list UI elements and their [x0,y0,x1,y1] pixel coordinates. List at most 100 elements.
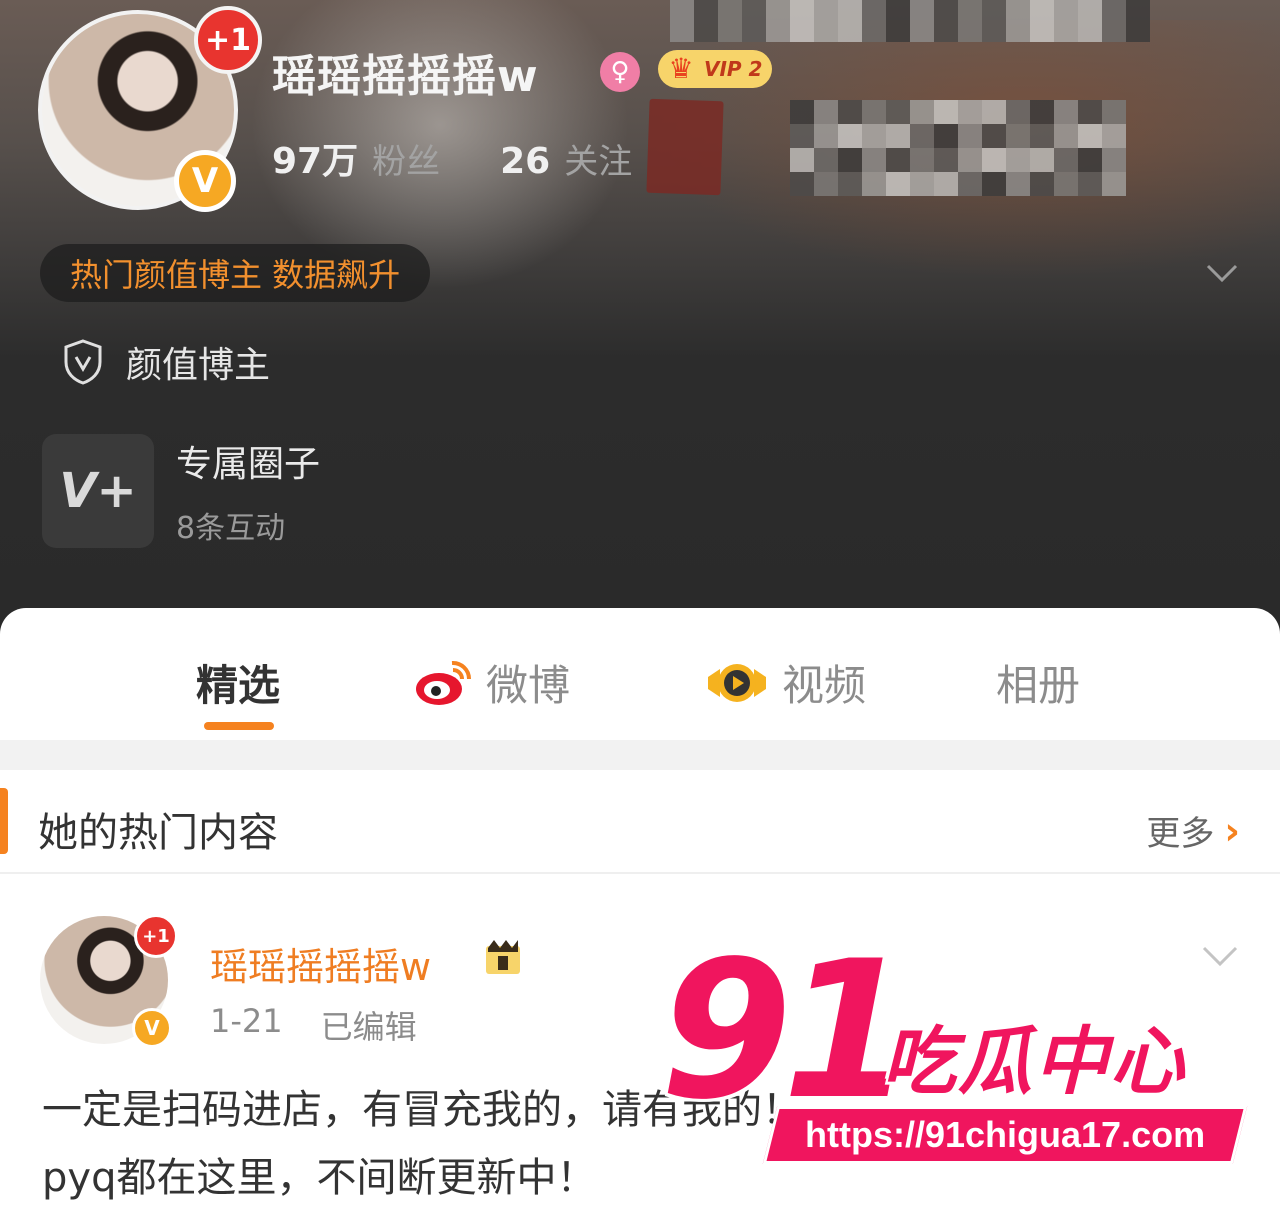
mosaic-cell [934,100,958,124]
mosaic-cell [1102,124,1126,148]
mosaic-cell [886,18,910,42]
mosaic-cell [814,18,838,42]
mosaic-cell [790,0,814,18]
vip-badge[interactable]: ♛ VIP 2 [658,50,773,88]
mosaic-cell [1054,0,1078,18]
plus-one-badge: +1 [134,914,178,958]
mosaic-cell [1030,18,1054,42]
mosaic-cell [1126,0,1150,18]
more-link[interactable]: 更多 › [1146,806,1240,855]
following-stat[interactable]: 26 关注 [500,134,632,183]
mosaic-cell [910,18,934,42]
mosaic-cell [862,172,886,196]
mosaic-cell [814,0,838,18]
mosaic-cell [1078,148,1102,172]
mosaic-cell [814,148,838,172]
chevron-down-icon[interactable] [1200,936,1240,976]
certification-row[interactable]: 颜值博主 [62,336,270,388]
mosaic-cell [670,0,694,18]
mosaic-cell [910,172,934,196]
mosaic-cell [862,124,886,148]
tab-video[interactable]: 视频 [706,652,866,713]
mosaic-blur-top [670,0,1150,42]
tab-label: 视频 [782,661,867,710]
mosaic-cell [1102,148,1126,172]
mosaic-cell [838,172,862,196]
mosaic-cell [1006,148,1030,172]
chevron-down-icon[interactable] [1204,254,1240,290]
mosaic-cell [1006,0,1030,18]
mosaic-cell [886,172,910,196]
post-meta: 1-21 已编辑 [210,1002,417,1048]
mosaic-cell [814,124,838,148]
tab-weibo[interactable]: 微博 [414,652,570,713]
profile-header: +1 V 瑶瑶摇摇摇w ♀ ♛ VIP 2 97万 粉丝 26 关注 热门颜值博… [0,0,1280,640]
mosaic-cell [694,0,718,18]
mosaic-cell [1102,172,1126,196]
mosaic-cell [838,18,862,42]
mosaic-cell [1102,100,1126,124]
mosaic-cell [982,18,1006,42]
shield-icon [64,339,102,385]
hot-content-header: 她的热门内容 更多 › [0,770,1280,874]
mosaic-cell [790,100,814,124]
mosaic-cell [1030,148,1054,172]
hot-blogger-pill[interactable]: 热门颜值博主 数据飙升 [40,244,431,302]
profile-username: 瑶瑶摇摇摇w [272,51,539,102]
mosaic-cell [958,148,982,172]
active-tab-indicator [204,722,274,730]
mosaic-cell [1030,172,1054,196]
mosaic-cell [934,0,958,18]
mosaic-cell [1102,0,1126,18]
tab-label: 微博 [486,661,571,710]
mosaic-cell [790,18,814,42]
post-card[interactable]: +1 V 瑶瑶摇摇摇w 1-21 已编辑 一定是扫码进店，有冒充我的，请有我的！… [0,876,1280,1216]
female-icon: ♀ [600,52,640,92]
mosaic-cell [958,172,982,196]
mosaic-cell [1030,124,1054,148]
background-book [646,98,724,196]
tab-album[interactable]: 相册 [996,652,1080,713]
plus-one-badge[interactable]: +1 [194,6,262,74]
mosaic-cell [718,18,742,42]
post-author-avatar[interactable]: +1 V [40,914,178,1048]
chevron-right-icon: › [1224,808,1240,853]
mosaic-cell [934,148,958,172]
mosaic-cell [1102,18,1126,42]
mosaic-cell [1054,172,1078,196]
mosaic-cell [886,0,910,18]
profile-avatar[interactable]: +1 V [38,6,262,212]
mosaic-cell [790,148,814,172]
mosaic-cell [1006,172,1030,196]
profile-tabs: 精选 微博 视频 相册 [0,608,1280,740]
mosaic-cell [694,18,718,42]
mosaic-cell [862,100,886,124]
v-plus-icon: V+ [42,434,154,548]
mosaic-cell [910,100,934,124]
mosaic-cell [958,18,982,42]
mosaic-cell [958,0,982,18]
mosaic-cell [718,0,742,18]
mosaic-cell [1030,0,1054,18]
mosaic-cell [838,124,862,148]
mosaic-cell [862,18,886,42]
mosaic-cell [742,0,766,18]
mosaic-cell [1078,100,1102,124]
mosaic-cell [910,148,934,172]
mosaic-cell [910,0,934,18]
mosaic-cell [862,148,886,172]
mosaic-cell [1126,18,1150,42]
mosaic-cell [1054,148,1078,172]
mosaic-cell [1054,18,1078,42]
mosaic-cell [838,0,862,18]
post-author-name[interactable]: 瑶瑶摇摇摇w [210,936,431,991]
fans-stat[interactable]: 97万 粉丝 [272,132,440,184]
mosaic-cell [670,18,694,42]
mosaic-cell [982,124,1006,148]
mosaic-cell [886,148,910,172]
mosaic-cell [886,100,910,124]
exclusive-circle-row[interactable]: V+ 专属圈子 8条互动 [42,434,320,548]
section-divider [0,740,1280,770]
profile-page: +1 V 瑶瑶摇摇摇w ♀ ♛ VIP 2 97万 粉丝 26 关注 热门颜值博… [0,0,1280,1216]
tab-featured[interactable]: 精选 [196,652,280,713]
